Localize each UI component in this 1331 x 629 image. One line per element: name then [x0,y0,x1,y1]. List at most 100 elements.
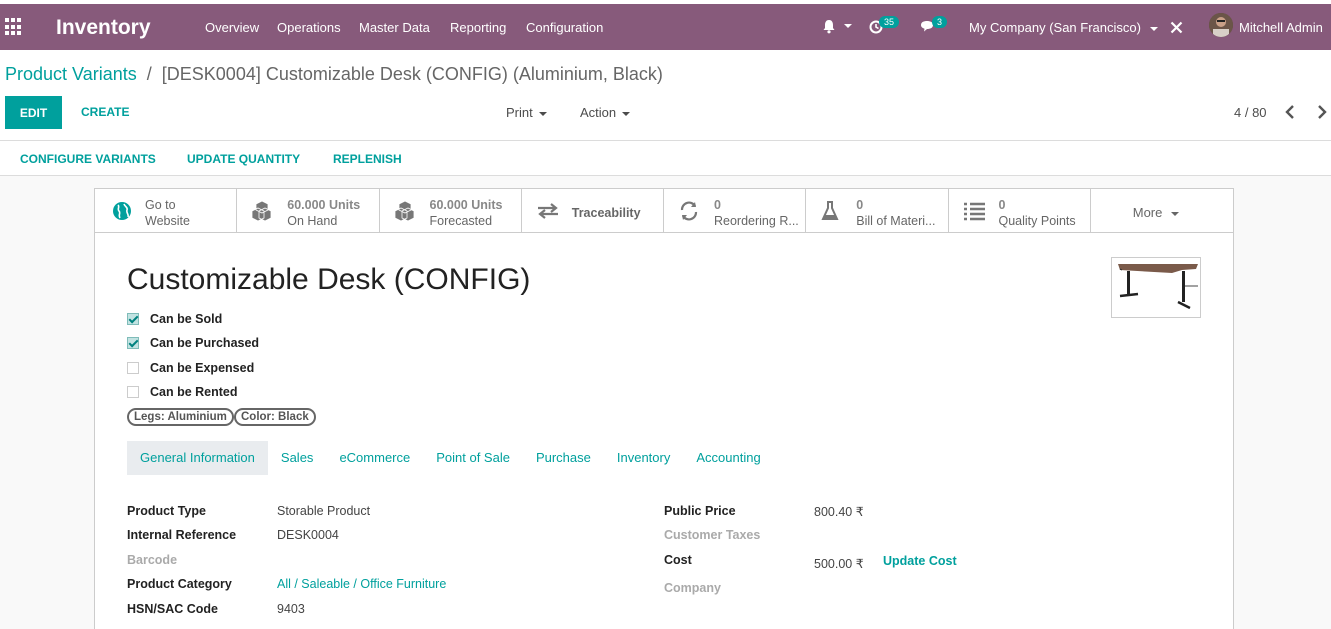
create-button[interactable]: CREATE [81,105,129,119]
menu-master-data[interactable]: Master Data [359,20,430,35]
smart-button-line1: 0 [998,198,1006,212]
edit-button[interactable]: EDIT [5,96,62,129]
refresh-icon [680,201,698,221]
more-label: More [1132,205,1163,220]
breadcrumb-current: [DESK0004] Customizable Desk (CONFIG) (A… [161,64,663,84]
can-be-expensed-label: Can be Expensed [150,361,255,375]
on-hand-button[interactable]: 60.000 Units On Hand [237,189,380,233]
smart-button-line2: Forecasted [429,214,493,228]
customer-taxes-label: Customer Taxes [664,528,761,542]
chevron-down-icon [538,111,547,116]
can-be-rented-checkbox[interactable] [127,386,139,398]
hsn-sac-code-value[interactable]: 9403 [277,602,305,616]
pager-previous-icon[interactable] [1283,103,1297,121]
can-be-rented-label: Can be Rented [150,385,238,399]
flask-icon [821,201,839,220]
smart-button-line2: On Hand [287,214,338,228]
hsn-sac-code-label: HSN/SAC Code [127,602,218,616]
product-type-label: Product Type [127,504,206,518]
can-be-purchased-row: Can be Purchased [127,334,259,352]
messages-chat-icon[interactable]: 3 [920,16,948,36]
public-price-label: Public Price [664,504,736,518]
barcode-label: Barcode [127,553,178,567]
product-image[interactable] [1111,257,1201,318]
can-be-expensed-row: Can be Expensed [127,359,254,377]
divider [0,140,1331,141]
breadcrumb: Product Variants / [DESK0004] Customizab… [5,64,663,85]
tab-sales[interactable]: Sales [281,441,314,475]
company-name: My Company (San Francisco) [969,20,1141,35]
cost-value[interactable]: 500.00 ₹ [814,556,864,571]
top-navbar: Inventory Overview Operations Master Dat… [0,4,1331,50]
print-dropdown[interactable]: Print [506,105,547,120]
reordering-rules-button[interactable]: 0 Reordering R... [664,189,807,233]
quality-points-button[interactable]: 0 Quality Points [949,189,1091,233]
traceability-button[interactable]: Traceability [522,189,664,233]
message-count-badge: 3 [932,16,948,28]
tab-purchase[interactable]: Purchase [536,441,591,475]
chevron-down-icon [1171,211,1180,216]
tab-point-of-sale[interactable]: Point of Sale [436,441,510,475]
breadcrumb-parent-link[interactable]: Product Variants [5,64,137,84]
can-be-sold-checkbox[interactable] [127,313,139,325]
smart-button-line1: Traceability [571,206,641,220]
apps-menu-icon[interactable] [5,18,23,36]
smart-button-line2: Website [145,214,190,228]
activity-count-badge: 35 [879,16,900,28]
update-quantity-button[interactable]: UPDATE QUANTITY [187,152,300,166]
notification-bell-icon[interactable] [822,19,852,37]
user-name[interactable]: Mitchell Admin [1239,20,1323,35]
smart-button-line2: Quality Points [998,214,1076,228]
exchange-arrows-icon [537,203,558,219]
tab-ecommerce[interactable]: eCommerce [339,441,410,475]
bill-of-materials-button[interactable]: 0 Bill of Materi... [806,189,949,233]
tab-accounting[interactable]: Accounting [696,441,760,475]
can-be-expensed-checkbox[interactable] [127,362,139,374]
replenish-button[interactable]: REPLENISH [333,152,402,166]
menu-overview[interactable]: Overview [205,20,259,35]
action-dropdown[interactable]: Action [580,105,631,120]
menu-reporting[interactable]: Reporting [450,20,506,35]
product-name[interactable]: Customizable Desk (CONFIG) [127,263,530,297]
tab-general-information[interactable]: General Information [127,441,268,475]
close-x-icon[interactable] [1170,21,1183,37]
can-be-purchased-checkbox[interactable] [127,337,139,349]
user-avatar[interactable] [1209,13,1233,37]
cubes-icon [251,201,272,221]
smart-button-line2: Bill of Materi... [856,214,936,228]
forecasted-button[interactable]: 60.000 Units Forecasted [380,189,522,233]
more-button[interactable]: More [1091,189,1233,233]
internal-reference-label: Internal Reference [127,528,237,542]
internal-reference-value[interactable]: DESK0004 [277,528,339,542]
smart-button-line1: 0 [714,198,721,212]
product-type-value[interactable]: Storable Product [277,504,370,518]
cubes-icon [394,201,414,221]
attribute-tag-color: Color: Black [234,408,316,426]
smart-button-line1: 60.000 Units [287,198,361,212]
company-label: Company [664,581,721,595]
cost-label: Cost [664,553,692,567]
update-cost-button[interactable]: Update Cost [883,554,957,568]
tab-inventory[interactable]: Inventory [617,441,670,475]
attribute-tag-legs: Legs: Aluminium [127,408,234,426]
can-be-purchased-label: Can be Purchased [150,336,260,350]
notebook-tabs: General Information Sales eCommerce Poin… [127,441,761,475]
company-switcher[interactable]: My Company (San Francisco) [969,20,1158,35]
app-title[interactable]: Inventory [56,16,151,40]
breadcrumb-separator: / [146,64,152,84]
pager-next-icon[interactable] [1315,103,1329,121]
pager-value[interactable]: 4 / 80 [1234,105,1267,120]
form-sheet: Go to Website 60.000 Units On Hand 60.00… [94,188,1234,629]
go-to-website-button[interactable]: Go to Website [95,189,238,233]
menu-operations[interactable]: Operations [277,20,341,35]
configure-variants-button[interactable]: CONFIGURE VARIANTS [20,152,156,166]
can-be-rented-row: Can be Rented [127,383,238,401]
activity-clock-icon[interactable]: 35 [869,16,900,37]
product-category-link[interactable]: All / Saleable / Office Furniture [277,577,446,591]
public-price-value[interactable]: 800.40 ₹ [814,504,864,519]
menu-configuration[interactable]: Configuration [526,20,603,35]
can-be-sold-row: Can be Sold [127,310,222,328]
smart-button-box: Go to Website 60.000 Units On Hand 60.00… [95,189,1233,233]
product-category-label: Product Category [127,577,232,591]
chevron-down-icon [622,111,631,116]
